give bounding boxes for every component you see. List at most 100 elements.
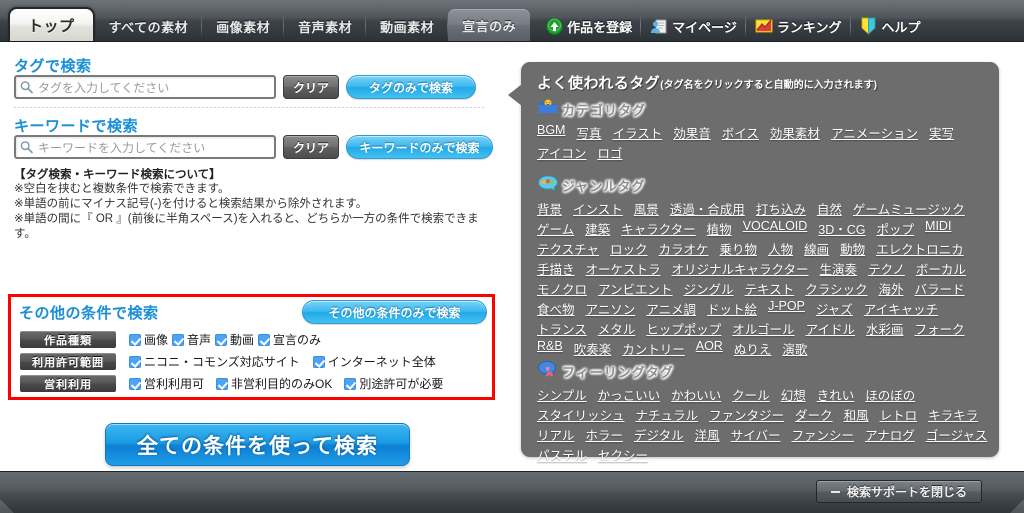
tag-link[interactable]: トランス — [537, 319, 587, 338]
tag-link[interactable]: 効果音 — [673, 123, 711, 142]
tag-link[interactable]: オーケストラ — [586, 259, 661, 278]
tag-link[interactable]: 吹奏楽 — [574, 339, 612, 358]
tag-link[interactable]: 乗り物 — [720, 239, 758, 258]
tab-all-materials[interactable]: すべての素材 — [95, 11, 203, 41]
tab-image-materials[interactable]: 画像素材 — [202, 11, 285, 41]
tag-link[interactable]: オルゴール — [732, 319, 794, 338]
tag-link[interactable]: ゴージャス — [926, 425, 988, 444]
tab-top[interactable]: トップ — [8, 7, 95, 41]
tag-only-search-button[interactable]: タグのみで検索 — [346, 75, 477, 99]
tag-link[interactable]: セクシー — [598, 445, 648, 464]
tag-link[interactable]: クラシック — [805, 279, 867, 298]
tag-link[interactable]: 食べ物 — [537, 299, 575, 318]
tag-link[interactable]: サイバー — [731, 425, 781, 444]
tag-link[interactable]: 和風 — [844, 405, 869, 424]
keyword-only-search-button[interactable]: キーワードのみで検索 — [346, 135, 494, 159]
tag-link[interactable]: テキスト — [745, 279, 795, 298]
tag-link[interactable]: ほのぼの — [865, 385, 915, 404]
tag-link[interactable]: オリジナルキャラクター — [672, 259, 809, 278]
checkbox-image[interactable]: 画像 — [129, 331, 168, 348]
nav-ranking[interactable]: ランキング — [746, 11, 851, 41]
checkbox-audio[interactable]: 音声 — [172, 331, 211, 348]
checkbox-entire-internet[interactable]: インターネット全体 — [312, 353, 436, 370]
tag-link[interactable]: パステル — [537, 445, 587, 464]
tag-link[interactable]: 風景 — [634, 199, 659, 218]
tag-link[interactable]: 透過・合成用 — [670, 199, 745, 218]
tag-link[interactable]: 3D・CG — [818, 219, 865, 238]
tag-link[interactable]: クール — [732, 385, 770, 404]
nav-register-work[interactable]: 作品を登録 — [536, 11, 642, 41]
tag-link[interactable]: フォーク — [914, 319, 964, 338]
checkbox-box[interactable] — [129, 377, 141, 390]
tag-link[interactable]: イラスト — [613, 123, 663, 142]
tag-link[interactable]: レトロ — [880, 405, 918, 424]
checkbox-box[interactable] — [172, 333, 185, 346]
tag-link[interactable]: カントリー — [622, 339, 685, 358]
tag-link[interactable]: 洋風 — [695, 425, 720, 444]
tag-link[interactable]: J-POP — [768, 299, 805, 318]
tag-link[interactable]: 打ち込み — [756, 199, 806, 218]
tag-link[interactable]: バラード — [914, 279, 964, 298]
keyword-clear-button[interactable]: クリア — [283, 135, 340, 159]
checkbox-box[interactable] — [312, 355, 325, 368]
tag-link[interactable]: 手描き — [537, 259, 575, 278]
checkbox-box[interactable] — [129, 333, 141, 346]
checkbox-box[interactable] — [129, 355, 141, 368]
tag-link[interactable]: アナログ — [865, 425, 915, 444]
checkbox-box[interactable] — [258, 333, 271, 346]
checkbox-box[interactable] — [344, 377, 357, 390]
tag-link[interactable]: デジタル — [634, 425, 684, 444]
tag-link[interactable]: アンビエント — [598, 279, 673, 298]
close-search-support-button[interactable]: 検索サポートを閉じる — [815, 480, 982, 503]
tag-link[interactable]: インスト — [573, 199, 623, 218]
tag-link[interactable]: ボーカル — [916, 259, 966, 278]
tab-declaration-only[interactable]: 宣言のみ — [448, 9, 531, 41]
tag-link[interactable]: アイドル — [806, 319, 855, 338]
tag-link[interactable]: ファンタジー — [709, 405, 784, 424]
tag-link[interactable]: 海外 — [878, 279, 903, 298]
tag-link[interactable]: 線画 — [804, 239, 829, 258]
tag-link[interactable]: キラキラ — [928, 405, 978, 424]
checkbox-box[interactable] — [216, 377, 229, 390]
tag-link[interactable]: BGM — [537, 123, 565, 142]
checkbox-declaration-only[interactable]: 宣言のみ — [258, 331, 321, 348]
tag-link[interactable]: 幻想 — [781, 385, 806, 404]
tag-link[interactable]: 実写 — [929, 123, 954, 142]
tag-link[interactable]: ゲームミュージック — [853, 199, 965, 218]
tag-link[interactable]: ナチュラル — [636, 405, 699, 424]
tag-link[interactable]: アイコン — [537, 143, 586, 162]
tag-link[interactable]: ファンシー — [791, 425, 854, 444]
other-conditions-only-search-button[interactable]: その他の条件のみで検索 — [302, 300, 487, 324]
tag-link[interactable]: ジングル — [684, 279, 734, 298]
tag-link[interactable]: ダーク — [795, 405, 833, 424]
tag-link[interactable]: 写真 — [576, 123, 601, 142]
nav-my-page[interactable]: マイページ — [641, 11, 746, 41]
tag-link[interactable]: かっこいい — [598, 385, 661, 404]
tag-link[interactable]: アニソン — [586, 299, 636, 318]
tag-link[interactable]: 演歌 — [782, 339, 807, 358]
tag-link[interactable]: ぬりえ — [734, 339, 772, 358]
tag-link[interactable]: 動物 — [840, 239, 865, 258]
tag-link[interactable]: テクノ — [868, 259, 905, 278]
checkbox-video[interactable]: 動画 — [215, 331, 254, 348]
tag-link[interactable]: エレクトロニカ — [876, 239, 964, 258]
tag-link[interactable]: VOCALOID — [743, 219, 808, 238]
tag-search-input[interactable]: タグを入力してください — [14, 75, 276, 99]
tag-link[interactable]: AOR — [696, 339, 723, 358]
tag-link[interactable]: アニメーション — [831, 123, 918, 142]
search-all-conditions-button[interactable]: 全ての条件を使って検索 — [105, 423, 410, 466]
tag-link[interactable]: 生演奏 — [820, 259, 858, 278]
tab-audio-materials[interactable]: 音声素材 — [284, 11, 367, 41]
tag-link[interactable]: アニメ調 — [646, 299, 696, 318]
tag-link[interactable]: リアル — [537, 425, 574, 444]
tag-link[interactable]: テクスチャ — [537, 239, 599, 258]
tag-link[interactable]: R&B — [537, 339, 563, 358]
tag-link[interactable]: スタイリッシュ — [537, 405, 625, 424]
tag-link[interactable]: メタル — [598, 319, 636, 338]
tag-link[interactable]: キャラクター — [621, 219, 696, 238]
tag-link[interactable]: ボイス — [722, 123, 759, 142]
checkbox-separate-permission-required[interactable]: 別途許可が必要 — [344, 375, 443, 392]
checkbox-noncommercial-only[interactable]: 非営利目的のみOK — [216, 375, 332, 392]
tag-link[interactable]: ドット絵 — [707, 299, 757, 318]
tag-link[interactable]: カラオケ — [659, 239, 709, 258]
